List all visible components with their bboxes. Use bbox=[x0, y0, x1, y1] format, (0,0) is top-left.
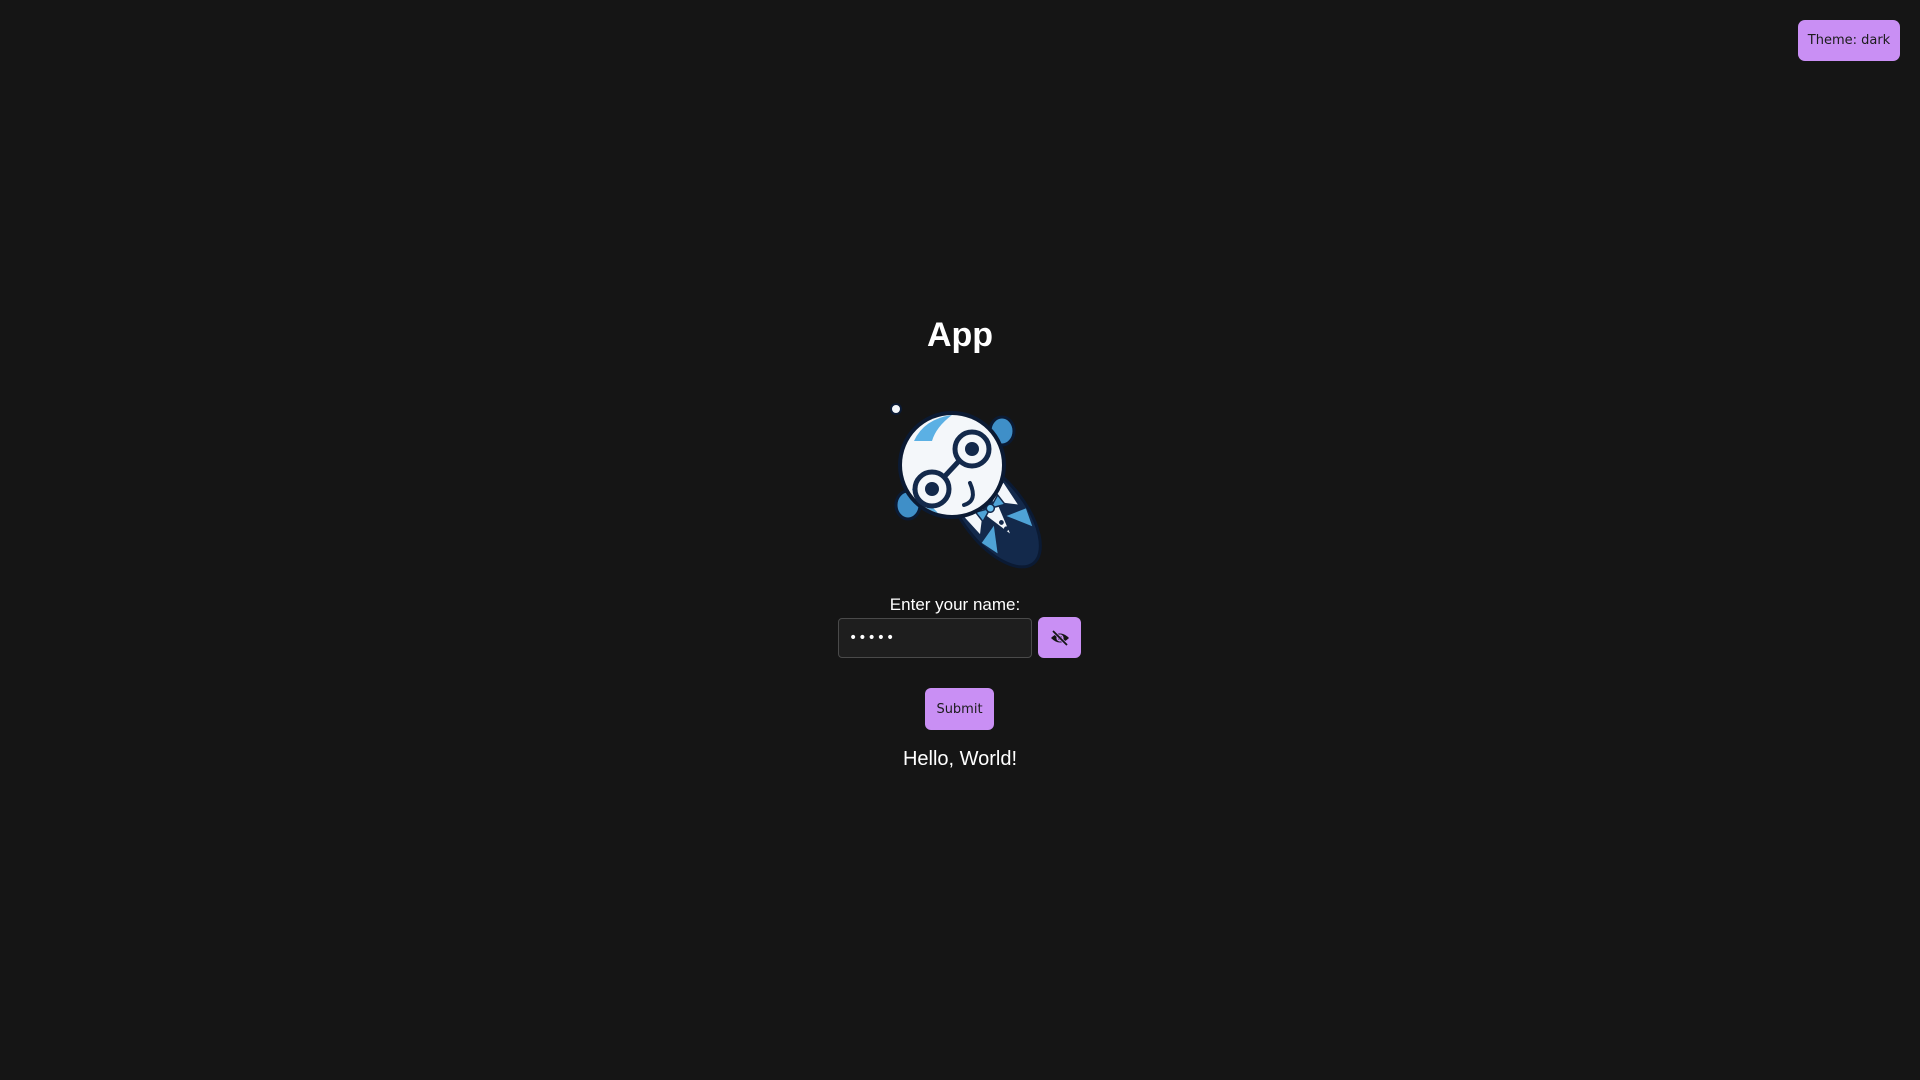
toggle-visibility-button[interactable] bbox=[1038, 617, 1081, 658]
submit-button[interactable]: Submit bbox=[925, 688, 994, 730]
theme-toggle-button[interactable]: Theme: dark bbox=[1798, 20, 1900, 61]
mascot-icon bbox=[890, 403, 1042, 569]
page-title: App bbox=[926, 316, 994, 354]
name-label: Enter your name: bbox=[889, 595, 1021, 614]
name-input[interactable] bbox=[838, 618, 1032, 658]
eye-off-icon bbox=[1050, 629, 1069, 646]
app-page: Theme: dark App Enter your name: Submit … bbox=[0, 0, 1920, 1080]
greeting-text: Hello, World! bbox=[902, 748, 1018, 770]
